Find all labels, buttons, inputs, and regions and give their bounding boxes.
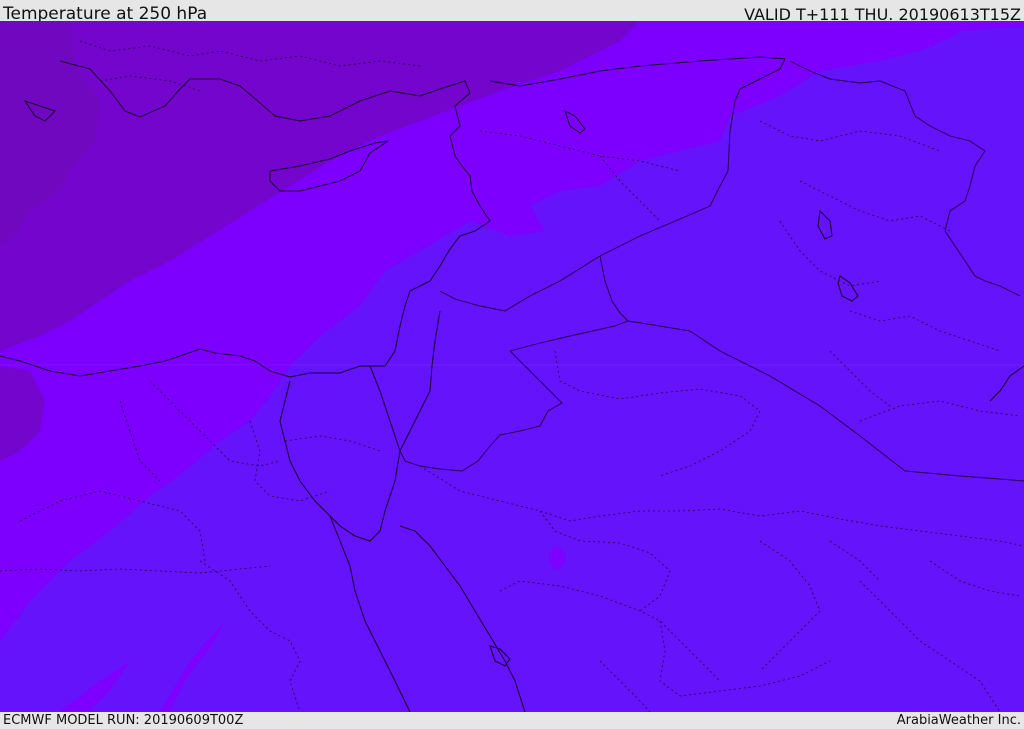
band-mid-patch-4 <box>549 547 565 569</box>
credit-label: ArabiaWeather Inc. <box>896 713 1021 728</box>
footer-bar: ECMWF MODEL RUN: 20190609T00Z ArabiaWeat… <box>0 712 1024 729</box>
temperature-map <box>0 21 1024 712</box>
map-canvas <box>0 21 1024 712</box>
model-run-label: ECMWF MODEL RUN: 20190609T00Z <box>3 713 244 728</box>
header-bar: Temperature at 250 hPa VALID T+111 THU. … <box>0 0 1024 24</box>
